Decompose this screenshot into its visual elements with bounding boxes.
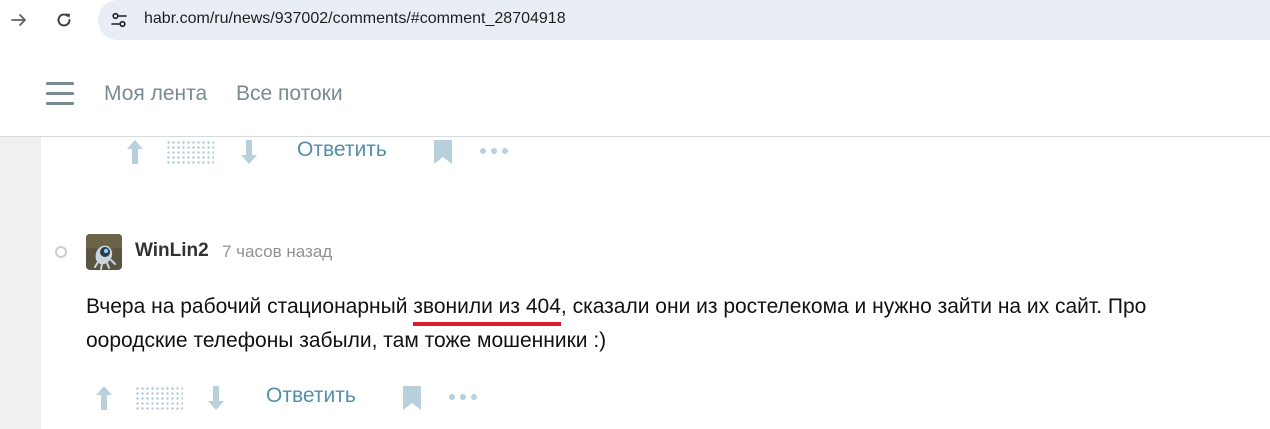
reload-button[interactable] [50, 6, 78, 34]
user-avatar-icon [86, 234, 122, 270]
comment-actions: Ответить [93, 382, 493, 416]
comment-text-part: Вчера на рабочий стационарный [86, 295, 414, 318]
rating-score [135, 386, 183, 412]
address-bar[interactable]: habr.com/ru/news/937002/comments/#commen… [98, 0, 1270, 40]
tune-icon [111, 12, 127, 28]
highlighted-text: звонили из 404 [413, 290, 561, 326]
bookmark-icon[interactable] [433, 139, 453, 165]
prev-comment-actions: Ответить [124, 136, 524, 170]
reply-button[interactable]: Ответить [297, 138, 387, 162]
nav-my-feed[interactable]: Моя лента [104, 82, 207, 106]
more-options-icon[interactable] [448, 390, 478, 404]
avatar[interactable] [86, 234, 122, 270]
vote-down-icon[interactable] [205, 384, 227, 412]
url-text[interactable]: habr.com/ru/news/937002/comments/#commen… [144, 10, 566, 28]
arrow-right-icon [11, 14, 26, 26]
site-info-button[interactable] [106, 7, 132, 33]
comment-author[interactable]: WinLin2 [135, 240, 209, 262]
comment-time[interactable]: 7 часов назад [222, 242, 332, 262]
nav-all-streams[interactable]: Все потоки [236, 82, 343, 106]
thread-indicator[interactable] [55, 246, 67, 258]
rating-score [166, 140, 214, 166]
vote-up-icon[interactable] [93, 384, 115, 412]
comment-text: Вчера на рабочий стационарный звонили из… [86, 290, 1246, 358]
browser-toolbar: habr.com/ru/news/937002/comments/#commen… [0, 0, 1270, 40]
menu-icon[interactable] [46, 82, 74, 106]
vote-down-icon[interactable] [238, 138, 260, 166]
forward-button[interactable] [5, 6, 33, 34]
reply-button[interactable]: Ответить [266, 384, 356, 408]
vote-up-icon[interactable] [124, 138, 146, 166]
site-header: Моя лента Все потоки [0, 40, 1270, 137]
bookmark-icon[interactable] [402, 385, 422, 411]
reload-icon [57, 13, 71, 27]
more-options-icon[interactable] [479, 144, 509, 158]
